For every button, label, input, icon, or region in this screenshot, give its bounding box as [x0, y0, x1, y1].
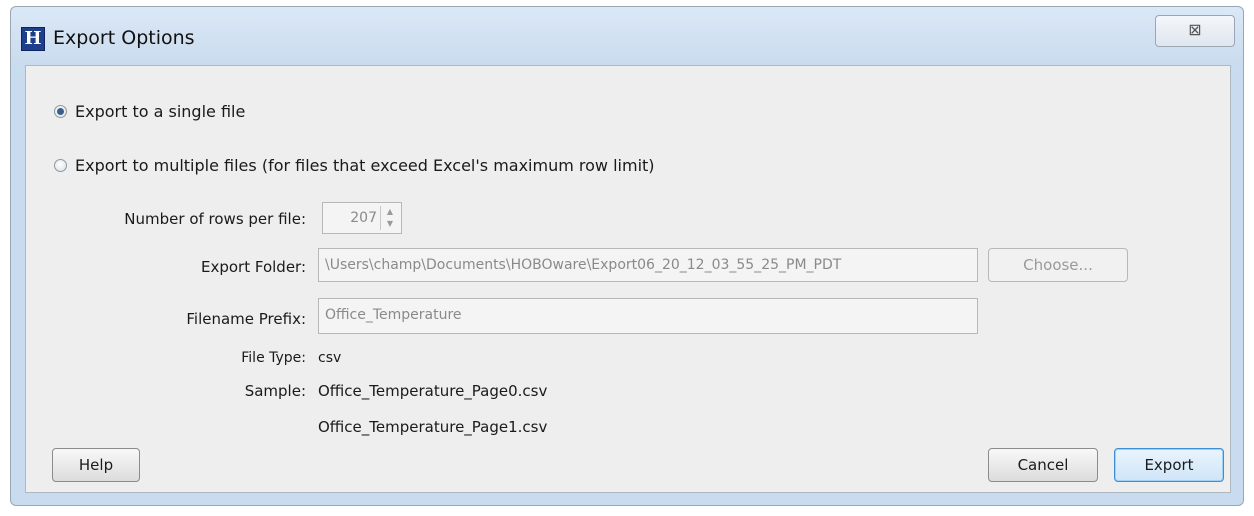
spinner-buttons[interactable]: ▲ ▼	[380, 206, 399, 230]
spinner-down-icon[interactable]: ▼	[381, 218, 399, 230]
single-file-radio[interactable]	[54, 105, 67, 118]
export-folder-label: Export Folder:	[200, 258, 306, 276]
spinner-up-icon[interactable]: ▲	[381, 206, 399, 218]
filename-prefix-label: Filename Prefix:	[186, 310, 306, 328]
sample-label: Sample:	[244, 382, 306, 400]
export-folder-field[interactable]: \Users\champ\Documents\HOBOware\Export06…	[318, 248, 978, 282]
export-button[interactable]: Export	[1114, 448, 1224, 482]
file-type-label: File Type:	[241, 350, 306, 366]
title-bar: H Export Options ⊠	[11, 7, 1243, 67]
dialog-content: Export to a single file Export to multip…	[25, 65, 1231, 493]
multiple-files-option[interactable]: Export to multiple files (for files that…	[54, 156, 655, 175]
filename-prefix-field[interactable]: Office_Temperature	[318, 298, 978, 334]
rows-per-file-spinner[interactable]: 207 ▲ ▼	[322, 202, 402, 234]
help-button[interactable]: Help	[52, 448, 140, 482]
close-icon: ⊠	[1188, 22, 1202, 39]
single-file-label: Export to a single file	[75, 102, 246, 121]
hoboware-app-icon: H	[21, 27, 45, 51]
rows-per-file-value: 207	[350, 210, 377, 226]
export-options-dialog: H Export Options ⊠ Export to a single fi…	[10, 6, 1244, 506]
choose-folder-button[interactable]: Choose...	[988, 248, 1128, 282]
multiple-files-label: Export to multiple files (for files that…	[75, 156, 655, 175]
sample-file-1: Office_Temperature_Page0.csv	[318, 382, 548, 400]
single-file-option[interactable]: Export to a single file	[54, 102, 245, 121]
multiple-files-radio[interactable]	[54, 159, 67, 172]
dialog-title: Export Options	[53, 27, 195, 49]
sample-file-2: Office_Temperature_Page1.csv	[318, 418, 548, 436]
file-type-value: csv	[318, 350, 342, 366]
cancel-button[interactable]: Cancel	[988, 448, 1098, 482]
rows-per-file-label: Number of rows per file:	[124, 210, 306, 228]
close-button[interactable]: ⊠	[1155, 15, 1235, 47]
